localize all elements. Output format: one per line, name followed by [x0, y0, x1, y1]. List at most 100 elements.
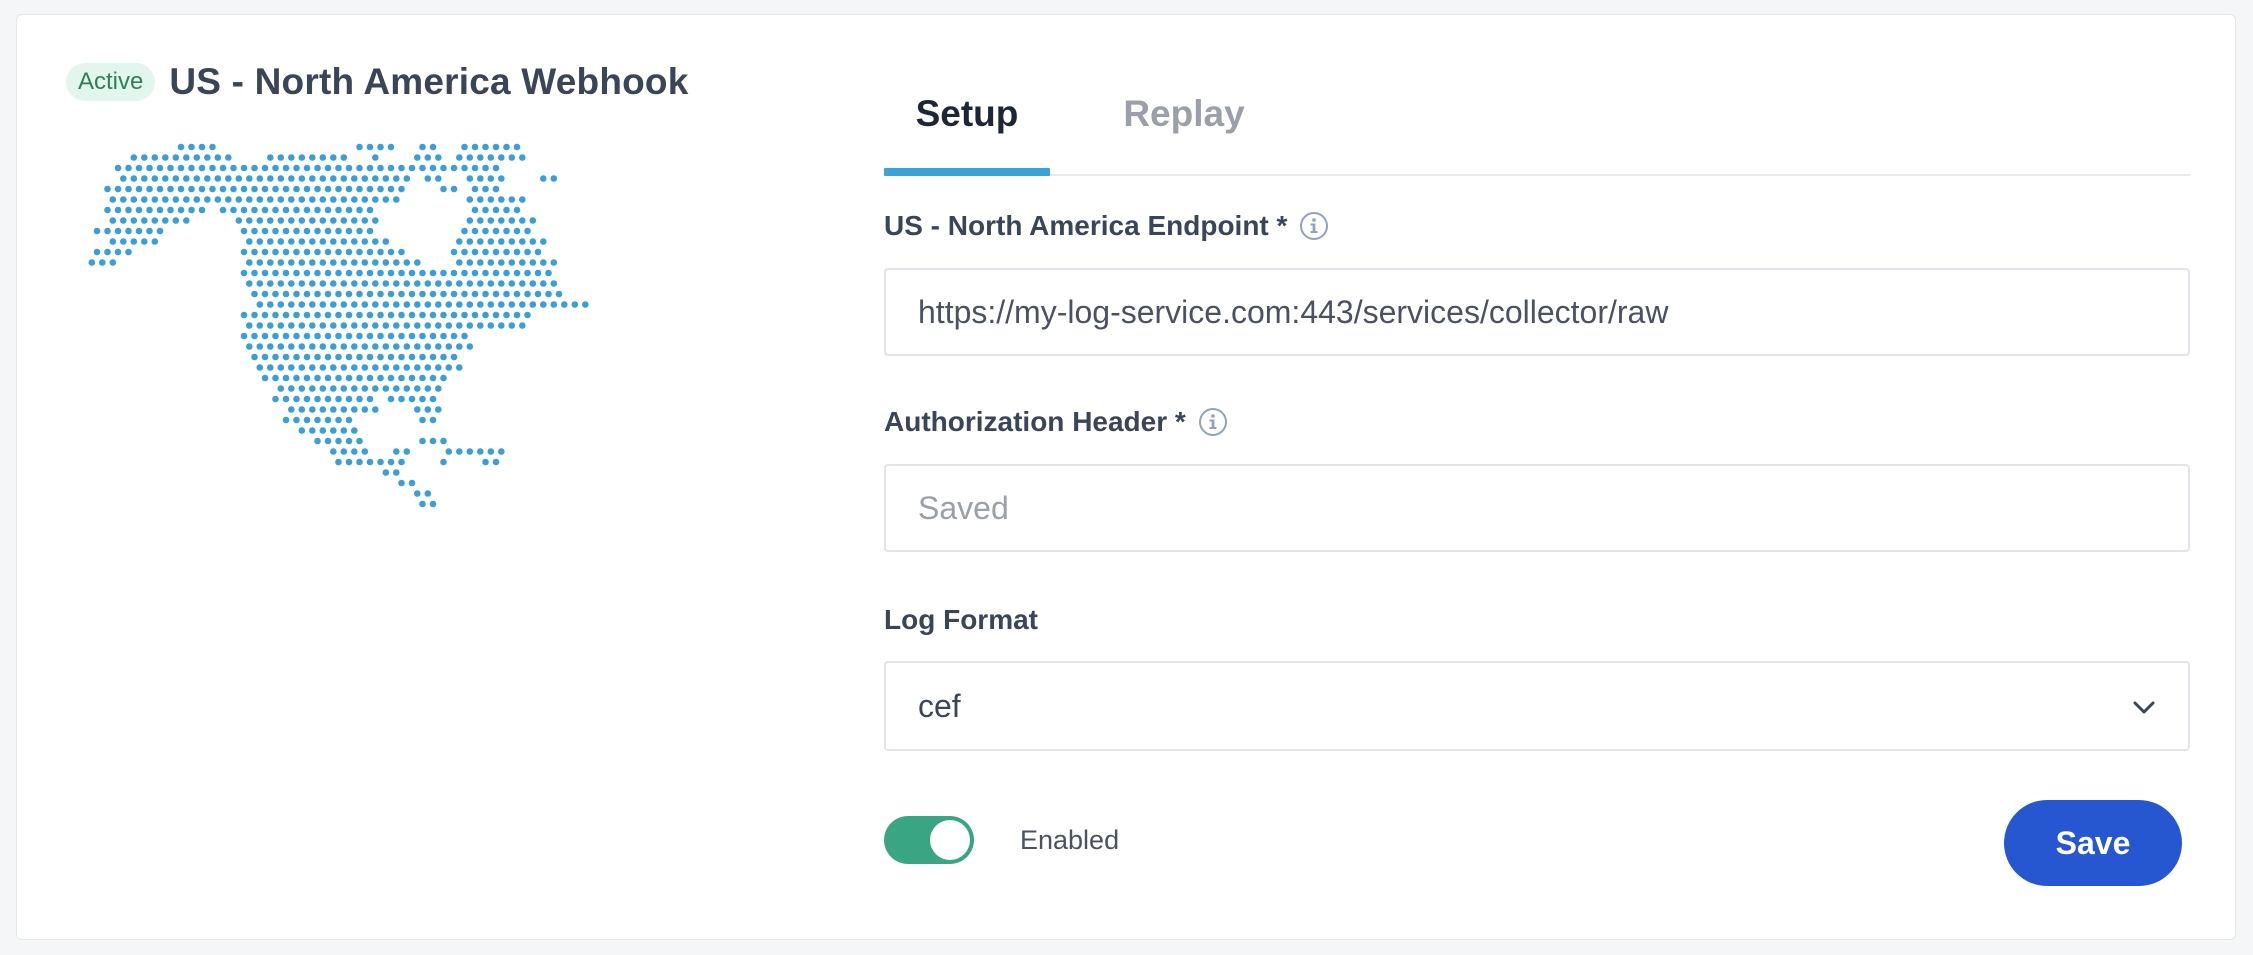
tab-setup[interactable]: Setup	[884, 74, 1050, 176]
map-dot	[529, 259, 537, 266]
map-dot	[498, 259, 505, 266]
map-dot	[177, 143, 185, 151]
map-dot	[309, 301, 316, 308]
map-dot	[309, 175, 316, 182]
map-dot	[298, 196, 306, 203]
map-dot	[482, 248, 489, 256]
map-dot	[309, 385, 316, 392]
map-dot	[503, 143, 510, 151]
map-dot	[293, 185, 300, 193]
save-button[interactable]: Save	[2004, 800, 2182, 886]
map-dot	[309, 217, 316, 224]
map-dot	[513, 290, 521, 298]
map-dot	[356, 353, 363, 361]
map-dot	[387, 332, 395, 340]
map-dot	[319, 343, 327, 350]
map-dot	[424, 364, 432, 371]
map-dot	[361, 343, 369, 350]
map-dot	[282, 395, 290, 403]
map-dot	[424, 322, 432, 329]
info-icon[interactable]	[1198, 407, 1228, 437]
map-dot	[540, 175, 547, 182]
map-dot	[414, 322, 421, 329]
map-dot	[261, 206, 269, 214]
map-dot	[277, 259, 285, 266]
map-dot	[135, 164, 143, 172]
map-dot	[461, 143, 468, 151]
map-dot	[293, 395, 300, 403]
map-dot	[372, 301, 379, 308]
map-dot	[408, 332, 416, 340]
auth-header-input[interactable]	[884, 464, 2190, 552]
map-dot	[393, 301, 400, 308]
map-dot	[498, 238, 505, 245]
map-dot	[382, 385, 390, 392]
map-dot	[104, 206, 111, 214]
map-dot	[251, 269, 258, 277]
map-dot	[246, 343, 253, 350]
map-dot	[361, 406, 369, 413]
tab-replay[interactable]: Replay	[1106, 74, 1262, 174]
map-dot	[235, 217, 243, 224]
map-dot	[398, 248, 405, 256]
map-dot	[471, 164, 479, 172]
map-dot	[151, 217, 159, 224]
map-dot	[172, 154, 180, 161]
map-dot	[219, 164, 227, 172]
map-dot	[293, 332, 300, 340]
map-dot	[398, 374, 405, 382]
map-dot	[372, 406, 379, 413]
map-dot	[120, 175, 127, 182]
map-dot	[277, 385, 285, 392]
map-dot	[324, 227, 332, 235]
map-dot	[524, 269, 531, 277]
map-dot	[377, 458, 384, 466]
map-dot	[450, 290, 458, 298]
map-dot	[335, 185, 342, 193]
map-dot	[382, 259, 390, 266]
map-dot	[366, 206, 374, 214]
map-dot	[251, 353, 258, 361]
map-dot	[382, 469, 390, 476]
map-dot	[330, 196, 337, 203]
map-dot	[261, 332, 269, 340]
map-dot	[335, 290, 342, 298]
map-dot	[324, 206, 332, 214]
map-dot	[429, 437, 437, 445]
map-dot	[487, 301, 495, 308]
map-dot	[377, 332, 384, 340]
map-dot	[314, 374, 321, 382]
map-dot	[361, 280, 369, 287]
map-dot	[429, 290, 437, 298]
info-icon[interactable]	[1299, 211, 1329, 241]
map-dot	[319, 196, 327, 203]
map-dot	[230, 185, 237, 193]
map-dot	[335, 332, 342, 340]
map-dot	[314, 332, 321, 340]
endpoint-input[interactable]	[884, 268, 2190, 356]
map-dot	[319, 301, 327, 308]
map-dot	[387, 269, 395, 277]
map-dot	[324, 416, 332, 424]
map-dot	[477, 322, 484, 329]
enabled-toggle[interactable]	[884, 816, 974, 864]
map-dot	[303, 269, 311, 277]
map-dot	[267, 301, 274, 308]
map-dot	[477, 280, 484, 287]
map-dot	[340, 343, 348, 350]
map-dot	[482, 311, 489, 319]
map-dot	[293, 311, 300, 319]
map-dot	[261, 311, 269, 319]
log-format-select[interactable]: cef	[884, 661, 2190, 751]
map-dot	[251, 206, 258, 214]
map-dot	[477, 175, 484, 182]
map-dot	[471, 143, 479, 151]
map-dot	[314, 227, 321, 235]
map-dot	[314, 290, 321, 298]
map-dot	[351, 259, 358, 266]
map-dot	[366, 458, 374, 466]
map-dot	[298, 427, 306, 434]
map-dot	[372, 175, 379, 182]
map-dot	[251, 311, 258, 319]
map-dot	[267, 259, 274, 266]
